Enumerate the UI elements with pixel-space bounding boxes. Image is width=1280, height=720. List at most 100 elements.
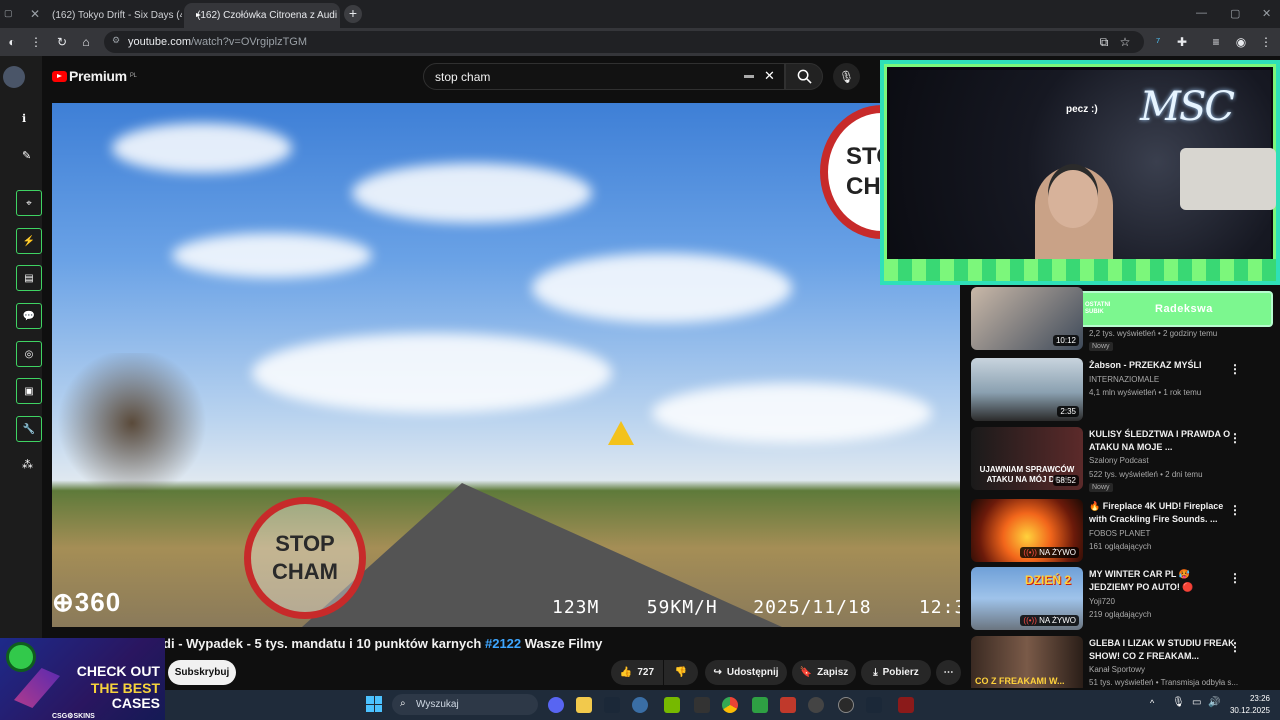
minimize-icon[interactable]: — xyxy=(1196,7,1207,19)
clock-time: 23:26 xyxy=(1249,694,1270,703)
video-title[interactable]: MY WINTER CAR PL 🥵 JEDZIEMY PO AUTO! 🔴 xyxy=(1089,568,1237,594)
channel-name[interactable]: Kanał Sportowy xyxy=(1089,665,1145,674)
hashtag-link[interactable]: #2122 xyxy=(485,636,521,651)
bookmark-icon: 🔖 xyxy=(799,667,813,678)
tab-czolowka[interactable]: (162) Czołówka Citroena z Audi ✕ xyxy=(184,3,340,28)
duration: 10:12 xyxy=(1052,335,1079,346)
close-icon[interactable]: ✕ xyxy=(337,9,340,23)
dislike-button[interactable]: 👎 xyxy=(664,660,698,685)
video-title[interactable]: Żabson - PRZEKAZ MYŚLI xyxy=(1089,359,1237,372)
subscribe-button[interactable]: Subskrybuj xyxy=(168,660,236,685)
tray-chevron-icon[interactable]: ^ xyxy=(1150,698,1154,708)
wrench-icon[interactable]: 🔧 xyxy=(16,416,42,442)
chrome-menu-icon[interactable]: ⋮ xyxy=(1258,35,1274,49)
video-thumbnail[interactable]: CO Z FREAKAMI W... xyxy=(971,636,1083,688)
taskbar-search[interactable]: ⌕ Wyszukaj xyxy=(392,694,538,715)
download-button[interactable]: ⤓ Pobierz xyxy=(861,660,931,685)
video-title[interactable]: KULISY ŚLEDZTWA I PRAWDA O ATAKU NA MOJE… xyxy=(1089,428,1237,454)
profile-avatar-icon[interactable]: ◉ xyxy=(1233,35,1249,49)
dots-cluster-icon[interactable]: ⁂ xyxy=(22,458,33,471)
install-app-icon[interactable]: ⧉ xyxy=(1096,35,1112,50)
obs-icon[interactable] xyxy=(808,697,824,713)
spreadsheet-icon[interactable] xyxy=(752,697,768,713)
video-thumbnail[interactable]: DZIEŃ 2 NA ŻYWO xyxy=(971,567,1083,630)
chrome-icon[interactable] xyxy=(722,697,738,713)
site-info-icon[interactable]: ⚙ xyxy=(112,35,120,46)
youtube-logo[interactable]: Premium PL xyxy=(52,68,137,84)
more-options-icon[interactable]: ⋮ xyxy=(1229,503,1241,517)
save-button[interactable]: 🔖 Zapisz xyxy=(792,660,856,685)
address-bar[interactable]: ⚙ youtube.com/watch?v=OVrgiplzTGM xyxy=(104,31,1144,53)
video-player[interactable]: STO CH STOP CHAM ⊕360 123M 59KM/H 2025/1… xyxy=(52,103,960,627)
extension-icon[interactable]: ◐ xyxy=(4,35,20,49)
search-button[interactable] xyxy=(785,63,823,90)
video-thumbnail[interactable]: 2:35 xyxy=(971,358,1083,421)
steam-icon[interactable] xyxy=(866,697,882,713)
video-thumbnail[interactable]: NA ŻYWO xyxy=(971,499,1083,562)
layout-icon[interactable]: ▣ xyxy=(16,378,42,404)
broadcast-icon[interactable]: ◎ xyxy=(16,341,42,367)
microphone-tray-icon[interactable]: 🎙 xyxy=(1172,697,1185,708)
keyboard-icon[interactable]: ▬ xyxy=(744,70,754,81)
share-button[interactable]: ↪ Udostępnij xyxy=(705,660,787,685)
extension-7tv-icon[interactable]: ⁷ xyxy=(1150,35,1166,49)
video-thumbnail[interactable]: 10:12 xyxy=(971,287,1083,350)
volume-icon[interactable]: 🔊 xyxy=(1208,697,1220,708)
system-clock[interactable]: 23:26 30.12.2025 xyxy=(1226,693,1270,717)
video-title[interactable]: 🔥 Fireplace 4K UHD! Fireplace with Crack… xyxy=(1089,500,1237,526)
network-icon[interactable]: ▭ xyxy=(1192,697,1201,708)
avatar[interactable] xyxy=(3,66,25,88)
search-input[interactable]: stop cham ▬ ✕ xyxy=(423,63,785,90)
tab-tokyo-drift[interactable]: (162) Tokyo Drift - Six Days (4K) ✕ xyxy=(44,3,182,28)
file-explorer-icon[interactable] xyxy=(576,697,592,713)
more-options-icon[interactable]: ⋮ xyxy=(1229,431,1241,445)
app-icon[interactable] xyxy=(694,697,710,713)
screenshot-icon[interactable]: ⌖ xyxy=(16,190,42,216)
app-icon[interactable] xyxy=(632,697,648,713)
list-item[interactable]: 10:12 2,2 tys. wyświetleń • 2 godziny te… xyxy=(971,287,1261,351)
info-icon[interactable]: ℹ xyxy=(22,112,26,125)
shield-icon[interactable] xyxy=(898,697,914,713)
list-item[interactable]: NA ŻYWO 🔥 Fireplace 4K UHD! Fireplace wi… xyxy=(971,499,1261,563)
lightning-icon[interactable]: ⚡ xyxy=(16,228,42,254)
channel-name[interactable]: FOBOS PLANET xyxy=(1089,529,1150,538)
home-icon[interactable]: ⌂ xyxy=(78,35,94,49)
nvidia-icon[interactable] xyxy=(664,697,680,713)
channel-name[interactable]: Yoji720 xyxy=(1089,597,1115,606)
app-icon[interactable] xyxy=(780,697,796,713)
more-options-icon[interactable]: ⋮ xyxy=(1229,362,1241,376)
channel-name[interactable]: Szalony Podcast xyxy=(1089,456,1149,465)
search-icon xyxy=(797,69,812,84)
bookmark-star-icon[interactable]: ☆ xyxy=(1117,35,1133,49)
maximize-icon[interactable]: ▢ xyxy=(1230,7,1240,20)
channel-name[interactable]: INTERNAZIOMALE xyxy=(1089,375,1159,384)
list-item[interactable]: 2:35 Żabson - PRZEKAZ MYŚLI INTERNAZIOMA… xyxy=(971,358,1261,422)
voice-search-button[interactable]: 🎙 xyxy=(833,63,860,90)
more-options-icon[interactable]: ⋮ xyxy=(1229,640,1241,654)
list-item[interactable]: DZIEŃ 2 NA ŻYWO MY WINTER CAR PL 🥵 JEDZI… xyxy=(971,567,1261,631)
pencil-icon[interactable]: ✎ xyxy=(22,149,31,162)
discord-icon[interactable] xyxy=(548,697,564,713)
list-item[interactable]: UJAWNIAM SPRAWCÓW ATAKU NA MÓJ DOM 58:52… xyxy=(971,427,1261,492)
reload-icon[interactable]: ↻ xyxy=(54,35,70,49)
video-title[interactable]: GLEBA I LIZAK W STUDIU FREAK SHOW! CO Z … xyxy=(1089,637,1237,663)
close-window-icon[interactable]: ✕ xyxy=(1262,7,1271,20)
extensions-puzzle-icon[interactable]: ✚ xyxy=(1174,35,1190,49)
menu-dots-icon[interactable]: ⋮ xyxy=(28,35,44,49)
more-options-icon[interactable]: ⋮ xyxy=(1229,571,1241,585)
video-thumbnail[interactable]: UJAWNIAM SPRAWCÓW ATAKU NA MÓJ DOM 58:52 xyxy=(971,427,1083,490)
steam-icon[interactable] xyxy=(604,697,620,713)
chat-icon[interactable]: 💬 xyxy=(16,303,42,329)
windows-start-icon[interactable] xyxy=(366,696,382,712)
tab-close-icon[interactable]: ✕ xyxy=(30,7,40,21)
list-item[interactable]: CO Z FREAKAMI W... GLEBA I LIZAK W STUDI… xyxy=(971,636,1261,688)
clear-search-icon[interactable]: ✕ xyxy=(764,68,775,84)
reading-list-icon[interactable]: ≡ xyxy=(1208,35,1224,49)
app-icon[interactable] xyxy=(838,697,854,713)
video-meta: 219 oglądających xyxy=(1089,610,1152,619)
more-actions-button[interactable]: ⋯ xyxy=(936,660,961,685)
tab-actions-icon[interactable]: ▢ xyxy=(4,8,13,19)
new-tab-button[interactable]: + xyxy=(344,5,362,23)
like-button[interactable]: 👍 727 xyxy=(611,660,663,685)
document-icon[interactable]: ▤ xyxy=(16,265,42,291)
